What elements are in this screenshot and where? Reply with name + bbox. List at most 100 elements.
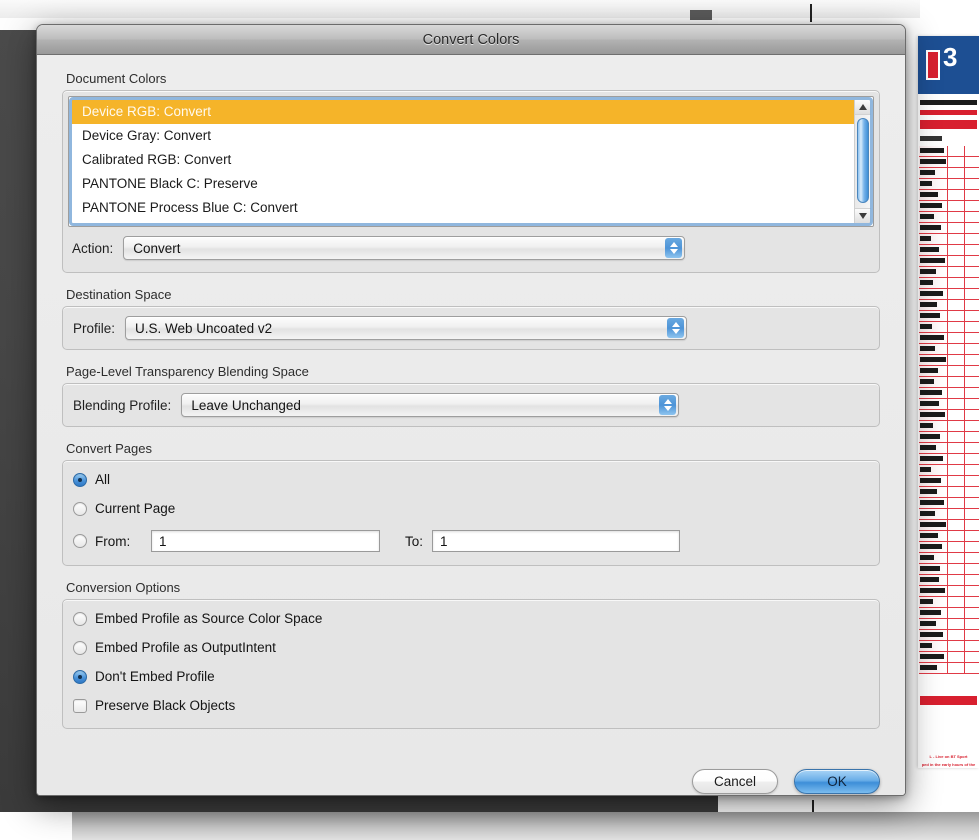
ok-button[interactable]: OK [794,769,880,794]
document-colors-listbox[interactable]: Device RGB: Convert Device Gray: Convert… [68,96,874,227]
odds-table-row [919,157,979,168]
group-label-convert-pages: Convert Pages [62,441,880,456]
dialog-title: Convert Colors [423,32,520,48]
odds-doc-table [919,146,979,674]
odds-table-row [919,355,979,366]
to-label: To: [405,534,423,549]
action-select-value: Convert [124,241,180,256]
chevron-updown-icon[interactable] [667,318,684,338]
odds-table-row [919,608,979,619]
from-page-input[interactable]: 1 [151,530,380,552]
chevron-updown-icon[interactable] [659,395,676,415]
odds-table-row [919,344,979,355]
odds-table-row [919,234,979,245]
scrollbar-thumb[interactable] [857,118,869,203]
cancel-button[interactable]: Cancel [692,769,778,794]
radio-row-embed-outputintent[interactable]: Embed Profile as OutputIntent [63,633,879,662]
checkbox-preserve-black-icon[interactable] [73,699,87,713]
odds-doc-headline-2 [920,110,977,115]
action-label: Action: [72,241,113,256]
checkbox-row-preserve-black[interactable]: Preserve Black Objects [63,691,879,720]
odds-table-row [919,179,979,190]
radio-all-icon[interactable] [73,473,87,487]
radio-from-label: From: [95,534,151,549]
odds-doc-footnote-2: ped in the early hours of the b [920,762,977,768]
odds-table-row [919,322,979,333]
odds-doc-headline-3 [920,120,977,129]
odds-table-row [919,388,979,399]
chevron-updown-icon[interactable] [665,238,682,258]
radio-from-icon[interactable] [73,534,87,548]
group-box-convert-pages: All Current Page From: 1 To: 1 [62,460,880,566]
odds-doc-headline-1 [920,100,977,105]
odds-table-row [919,652,979,663]
list-item[interactable]: PANTONE Process Blue C: Convert [72,196,854,220]
group-label-document-colors: Document Colors [62,71,880,86]
group-label-blending-space: Page-Level Transparency Blending Space [62,364,880,379]
desktop: 3 [0,0,979,840]
profile-label: Profile: [73,321,115,336]
group-conversion-options: Conversion Options Embed Profile as Sour… [62,580,880,729]
odds-table-row [919,597,979,608]
action-select[interactable]: Convert [123,236,685,260]
dialog-footer: Cancel OK [692,769,880,794]
odds-table-row [919,245,979,256]
convert-colors-dialog: Convert Colors Document Colors Device RG… [36,24,906,796]
odds-table-row [919,553,979,564]
odds-table-row [919,619,979,630]
profile-select-value: U.S. Web Uncoated v2 [126,321,272,336]
group-label-destination-space: Destination Space [62,287,880,302]
odds-table-row [919,575,979,586]
list-item[interactable]: PANTONE 485 C: Convert [72,220,854,223]
radio-embed-source-icon[interactable] [73,612,87,626]
radio-row-embed-source[interactable]: Embed Profile as Source Color Space [63,604,879,633]
document-colors-list[interactable]: Device RGB: Convert Device Gray: Convert… [72,100,854,223]
profile-select[interactable]: U.S. Web Uncoated v2 [125,316,687,340]
odds-doc-footnote-1: L - Live on BT Sport [920,754,977,759]
odds-doc-logo-text: 3 [943,44,957,70]
radio-row-current-page[interactable]: Current Page [63,494,879,523]
dialog-titlebar: Convert Colors [37,25,905,55]
scroll-down-arrow-icon[interactable] [855,208,871,223]
blending-profile-select[interactable]: Leave Unchanged [181,393,679,417]
odds-table-row [919,476,979,487]
odds-table-row [919,454,979,465]
profile-row: Profile: U.S. Web Uncoated v2 [63,307,879,349]
dialog-body: Document Colors Device RGB: Convert Devi… [37,71,905,796]
odds-doc-col-header [920,136,942,141]
to-page-input[interactable]: 1 [432,530,680,552]
radio-row-dont-embed[interactable]: Don't Embed Profile [63,662,879,691]
radio-embed-source-label: Embed Profile as Source Color Space [95,611,322,626]
group-box-blending-space: Blending Profile: Leave Unchanged [62,383,880,427]
odds-table-row [919,641,979,652]
group-box-conversion-options: Embed Profile as Source Color Space Embe… [62,599,880,729]
scroll-up-arrow-icon[interactable] [855,100,871,115]
group-convert-pages: Convert Pages All Current Page From: 1 [62,441,880,566]
radio-current-page-label: Current Page [95,501,175,516]
group-blending-space: Page-Level Transparency Blending Space B… [62,364,880,427]
odds-table-row [919,630,979,641]
listbox-scrollbar[interactable] [854,100,870,223]
odds-table-row [919,366,979,377]
odds-table-row [919,520,979,531]
radio-current-page-icon[interactable] [73,502,87,516]
odds-table-row [919,487,979,498]
action-row: Action: Convert [68,227,874,267]
blending-profile-row: Blending Profile: Leave Unchanged [63,384,879,426]
radio-all-label: All [95,472,110,487]
odds-table-row [919,300,979,311]
blending-profile-label: Blending Profile: [73,398,171,413]
list-item[interactable]: Device Gray: Convert [72,124,854,148]
odds-table-row [919,377,979,388]
odds-table-row [919,509,979,520]
checkbox-preserve-black-label: Preserve Black Objects [95,698,235,713]
radio-row-all[interactable]: All [63,465,879,494]
group-box-document-colors: Device RGB: Convert Device Gray: Convert… [62,90,880,273]
list-item[interactable]: Calibrated RGB: Convert [72,148,854,172]
list-item[interactable]: PANTONE Black C: Preserve [72,172,854,196]
radio-dont-embed-icon[interactable] [73,670,87,684]
radio-embed-outputintent-icon[interactable] [73,641,87,655]
radio-row-from-to[interactable]: From: 1 To: 1 [63,523,879,559]
list-item[interactable]: Device RGB: Convert [72,100,854,124]
blending-profile-select-value: Leave Unchanged [182,398,301,413]
